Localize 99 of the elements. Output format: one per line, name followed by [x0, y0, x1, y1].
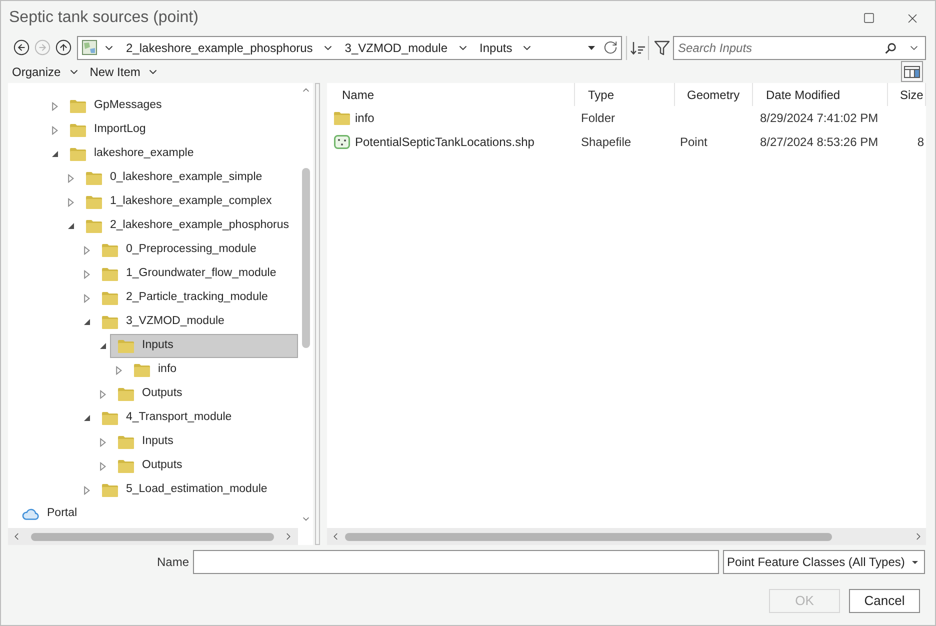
- folder-icon: [102, 268, 118, 280]
- folder-icon: [102, 316, 118, 328]
- map-icon[interactable]: [82, 40, 97, 55]
- splitter-handle[interactable]: [315, 83, 320, 545]
- horizontal-scrollbar[interactable]: [327, 528, 926, 545]
- tree-item[interactable]: Inputs: [110, 334, 298, 358]
- name-label: Name: [157, 554, 190, 571]
- scrollbar-thumb[interactable]: [302, 168, 310, 348]
- folder-icon: [102, 484, 118, 496]
- date-modified: 8/29/2024 7:41:02 PM: [760, 111, 878, 125]
- tree-item[interactable]: info: [126, 358, 182, 382]
- expanded-triangle-icon[interactable]: [68, 223, 74, 229]
- column-header[interactable]: Geometry: [675, 83, 753, 106]
- collapsed-triangle-icon[interactable]: [68, 174, 74, 182]
- folder-icon: [102, 292, 118, 304]
- geometry-type: Point: [680, 135, 708, 149]
- folder-icon: [70, 124, 86, 136]
- collapsed-triangle-icon[interactable]: [52, 126, 58, 134]
- collapsed-triangle-icon[interactable]: [84, 270, 90, 278]
- folder-icon: [118, 388, 134, 400]
- column-header[interactable]: Type: [575, 83, 675, 106]
- tree-item[interactable]: 4_Transport_module: [94, 406, 237, 430]
- folder-icon: [118, 340, 134, 352]
- expanded-triangle-icon[interactable]: [84, 319, 90, 325]
- horizontal-scrollbar[interactable]: [8, 528, 298, 545]
- collapsed-triangle-icon[interactable]: [100, 390, 106, 398]
- file-row[interactable]: PotentialSepticTankLocations.shp Shapefile Point 8/27/2024 8:53:26 PM 8: [327, 130, 926, 154]
- toolbar-menu[interactable]: Organize: [12, 62, 80, 80]
- point-layer-icon: [334, 135, 350, 149]
- tree-item[interactable]: 2_lakeshore_example_phosphorus: [78, 214, 294, 238]
- collapsed-triangle-icon[interactable]: [84, 294, 90, 302]
- toolbar-menu[interactable]: New Item: [90, 62, 160, 80]
- window-title: Septic tank sources (point): [9, 8, 198, 28]
- dropdown-arrow-icon: [912, 560, 918, 564]
- folder-icon: [102, 244, 118, 256]
- column-header[interactable]: Size: [888, 83, 926, 106]
- folder-icon: [118, 436, 134, 448]
- file-row[interactable]: info Folder 8/29/2024 7:41:02 PM: [327, 106, 926, 130]
- collapsed-triangle-icon[interactable]: [68, 198, 74, 206]
- type-filter-dropdown[interactable]: Point Feature Classes (All Types): [723, 550, 926, 574]
- collapsed-triangle-icon[interactable]: [100, 438, 106, 446]
- expanded-triangle-icon[interactable]: [84, 415, 90, 421]
- tree-item[interactable]: 0_lakeshore_example_simple: [78, 166, 268, 190]
- tree-item[interactable]: 1_Groundwater_flow_module: [94, 262, 282, 286]
- address-bar[interactable]: 2_lakeshore_example_phosphorus 3_VZMOD_module Inputs: [77, 36, 622, 60]
- refresh-icon[interactable]: [603, 40, 618, 55]
- collapsed-triangle-icon[interactable]: [84, 246, 90, 254]
- expanded-triangle-icon[interactable]: [100, 343, 106, 349]
- tree-item[interactable]: 5_Load_estimation_module: [94, 478, 272, 502]
- breadcrumb-segment[interactable]: 3_VZMOD_module: [344, 38, 469, 58]
- folder-icon: [334, 112, 350, 124]
- folder-icon: [102, 412, 118, 424]
- layout-button[interactable]: [901, 61, 923, 82]
- folder-icon: [70, 148, 86, 160]
- collapsed-triangle-icon[interactable]: [100, 462, 106, 470]
- tree-item[interactable]: lakeshore_example: [62, 142, 199, 166]
- tree-item[interactable]: Outputs: [110, 454, 188, 478]
- file-name: PotentialSepticTankLocations.shp: [355, 134, 534, 151]
- folder-icon: [86, 196, 102, 208]
- filter-icon[interactable]: [654, 40, 670, 56]
- column-header[interactable]: Name: [327, 83, 575, 106]
- expanded-triangle-icon[interactable]: [52, 151, 58, 157]
- column-header[interactable]: Date Modified: [753, 83, 888, 106]
- search-field[interactable]: Search Inputs: [673, 36, 926, 60]
- tree-item[interactable]: GpMessages: [62, 94, 167, 118]
- file-type: Folder: [581, 111, 616, 125]
- file-name: info: [355, 110, 374, 127]
- name-field[interactable]: [193, 550, 720, 574]
- tree-item[interactable]: Portal: [22, 502, 82, 526]
- maximize-icon[interactable]: [863, 12, 875, 24]
- search-icon[interactable]: [885, 42, 896, 54]
- scrollbar-thumb[interactable]: [31, 532, 274, 540]
- folder-icon: [86, 220, 102, 232]
- tree-item[interactable]: 1_lakeshore_example_complex: [78, 190, 277, 214]
- collapsed-triangle-icon[interactable]: [52, 102, 58, 110]
- breadcrumb-segment[interactable]: Inputs: [480, 38, 534, 58]
- collapsed-triangle-icon[interactable]: [84, 486, 90, 494]
- tree-item[interactable]: Outputs: [110, 382, 188, 406]
- tree-item[interactable]: 2_Particle_tracking_module: [94, 286, 273, 310]
- file-type: Shapefile: [581, 135, 632, 149]
- breadcrumb-segment[interactable]: 2_lakeshore_example_phosphorus: [126, 38, 334, 58]
- tree-item[interactable]: ImportLog: [62, 118, 151, 142]
- file-size: 8: [917, 134, 924, 151]
- folder-icon: [118, 460, 134, 472]
- tree-item[interactable]: 0_Preprocessing_module: [94, 238, 262, 262]
- tree-item[interactable]: Inputs: [110, 430, 178, 454]
- sort-button[interactable]: [626, 36, 649, 60]
- sort-icon: [630, 40, 646, 54]
- scrollbar-thumb[interactable]: [345, 532, 832, 540]
- collapsed-triangle-icon[interactable]: [116, 366, 122, 374]
- layout-icon: [904, 66, 920, 78]
- tree-item[interactable]: 3_VZMOD_module: [94, 310, 230, 334]
- dropdown-arrow-icon[interactable]: [588, 46, 595, 50]
- folder-icon: [86, 172, 102, 184]
- folder-icon: [70, 100, 86, 112]
- dialog-button[interactable]: Cancel: [849, 589, 920, 613]
- folder-icon: [134, 364, 150, 376]
- cloud-icon: [22, 508, 39, 520]
- date-modified: 8/27/2024 8:53:26 PM: [760, 135, 878, 149]
